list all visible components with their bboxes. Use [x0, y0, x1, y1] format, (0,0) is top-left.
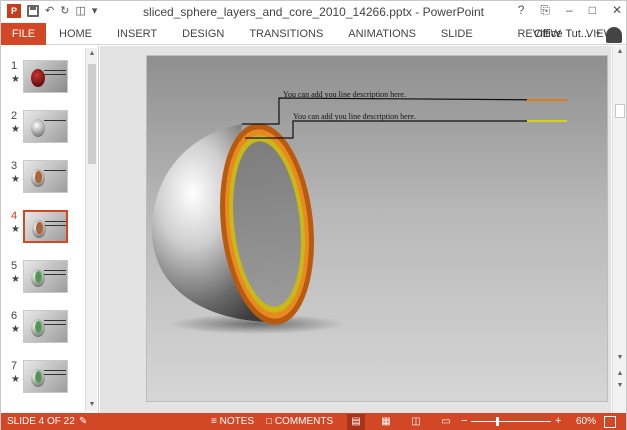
scroll-thumb[interactable] [88, 64, 96, 164]
slide-preview [23, 360, 68, 393]
line-description-1[interactable]: You can add you line description here. [283, 90, 406, 99]
tab-file[interactable]: FILE [1, 23, 46, 45]
slide-thumbnail[interactable]: 2 ★ [1, 110, 85, 150]
slide-sorter-view-button[interactable]: ▦ [377, 414, 395, 430]
normal-view-button[interactable]: ▤ [347, 414, 365, 430]
comments-button[interactable]: □ COMMENTS [266, 416, 333, 427]
tab-transitions[interactable]: TRANSITIONS [236, 23, 335, 45]
slide-count: SLIDE 4 OF 22 [7, 416, 75, 427]
slide-number: 7 [11, 360, 18, 372]
slide-preview [23, 60, 68, 93]
animation-star-icon: ★ [11, 124, 20, 135]
slide-preview [23, 110, 68, 143]
reading-view-button[interactable]: ◫ [407, 414, 425, 430]
powerpoint-window: P ↶ ↻ ◫ ▾ sliced_sphere_layers_and_core_… [0, 0, 627, 430]
zoom-out-button[interactable]: − [461, 415, 467, 427]
slide-canvas[interactable]: You can add you line description here. Y… [146, 55, 608, 402]
animation-star-icon: ★ [11, 174, 20, 185]
animation-star-icon: ★ [11, 274, 20, 285]
maximize-button[interactable]: □ [589, 3, 596, 18]
notes-button[interactable]: ≡ NOTES [211, 416, 254, 427]
previous-slide-icon[interactable]: ▲ [613, 368, 627, 380]
chevron-down-icon: ▾ [595, 29, 600, 38]
animation-star-icon: ★ [11, 374, 20, 385]
zoom-in-button[interactable]: + [555, 415, 561, 427]
tab-slide-show[interactable]: SLIDE SHOW [428, 23, 505, 62]
zoom-slider[interactable] [471, 421, 551, 422]
slide-thumbnail[interactable]: 7 ★ [1, 360, 85, 400]
status-bar: SLIDE 4 OF 22 ✎ ≡ NOTES □ COMMENTS ▤ ▦ ◫… [1, 413, 626, 430]
scroll-up-icon[interactable]: ▲ [613, 46, 627, 58]
animation-star-icon: ★ [11, 224, 20, 235]
slide-thumbnail-active[interactable]: 4 ★ [1, 210, 85, 250]
help-icon[interactable]: ? [518, 3, 525, 18]
slide-thumbnail[interactable]: 6 ★ [1, 310, 85, 350]
slide-preview [23, 210, 68, 243]
close-button[interactable]: ✕ [612, 3, 622, 18]
editor-scrollbar[interactable]: ▲ ▼ ▲ ▼ [612, 46, 626, 413]
animation-star-icon: ★ [11, 324, 20, 335]
ribbon-display-options-icon[interactable]: ⎘ [540, 3, 550, 18]
proofing-icon[interactable]: ✎ [79, 416, 87, 427]
slide-number: 3 [11, 160, 18, 172]
account-menu[interactable]: Office Tut... ▾ [534, 23, 622, 45]
animation-star-icon: ★ [11, 74, 20, 85]
fit-slide-icon[interactable] [604, 416, 616, 428]
sliced-sphere-graphic [152, 97, 568, 334]
slide-editor: You can add you line description here. Y… [100, 46, 611, 413]
title-bar: P ↶ ↻ ◫ ▾ sliced_sphere_layers_and_core_… [1, 1, 626, 23]
slide-number: 2 [11, 110, 18, 122]
zoom-level[interactable]: 60% [576, 416, 596, 427]
scroll-down-icon[interactable]: ▼ [613, 352, 627, 364]
slide-number: 1 [11, 60, 18, 72]
window-controls: ? ⎘ – □ ✕ [518, 3, 622, 18]
scroll-up-icon[interactable]: ▲ [86, 48, 98, 60]
slide-thumbnail[interactable]: 1 ★ [1, 60, 85, 100]
slide-preview [23, 160, 68, 193]
minimize-button[interactable]: – [566, 3, 573, 18]
ribbon-tabs: FILE HOME INSERT DESIGN TRANSITIONS ANIM… [1, 23, 626, 62]
tab-animations[interactable]: ANIMATIONS [335, 23, 428, 45]
slide-preview [23, 260, 68, 293]
notes-label: NOTES [219, 416, 255, 427]
slide-number: 4 [11, 210, 18, 222]
leader-line-2 [245, 120, 567, 139]
scroll-down-icon[interactable]: ▼ [86, 399, 98, 411]
slide-number: 5 [11, 260, 18, 272]
scroll-thumb[interactable] [615, 104, 625, 118]
tab-insert[interactable]: INSERT [104, 23, 169, 45]
comments-label: COMMENTS [274, 416, 334, 427]
slide-show-view-button[interactable]: ▭ [437, 414, 455, 430]
slide-preview [23, 310, 68, 343]
slide-thumbnails-pane: 1 ★ 2 ★ 3 ★ 4 ★ 5 ★ 6 ★ 7 ★ ▲ ▼ [1, 46, 99, 413]
zoom-slider-knob[interactable] [496, 417, 499, 426]
slide-thumbnail[interactable]: 3 ★ [1, 160, 85, 200]
slide-thumbnail[interactable]: 5 ★ [1, 260, 85, 300]
thumbnail-scrollbar[interactable]: ▲ ▼ [85, 48, 97, 411]
avatar [606, 27, 622, 43]
tab-design[interactable]: DESIGN [169, 23, 236, 45]
tab-home[interactable]: HOME [46, 23, 104, 45]
next-slide-icon[interactable]: ▼ [613, 380, 627, 392]
slide-number: 6 [11, 310, 18, 322]
account-name: Office Tut... [533, 28, 590, 40]
line-description-2[interactable]: You can add you line description here. [293, 112, 416, 121]
